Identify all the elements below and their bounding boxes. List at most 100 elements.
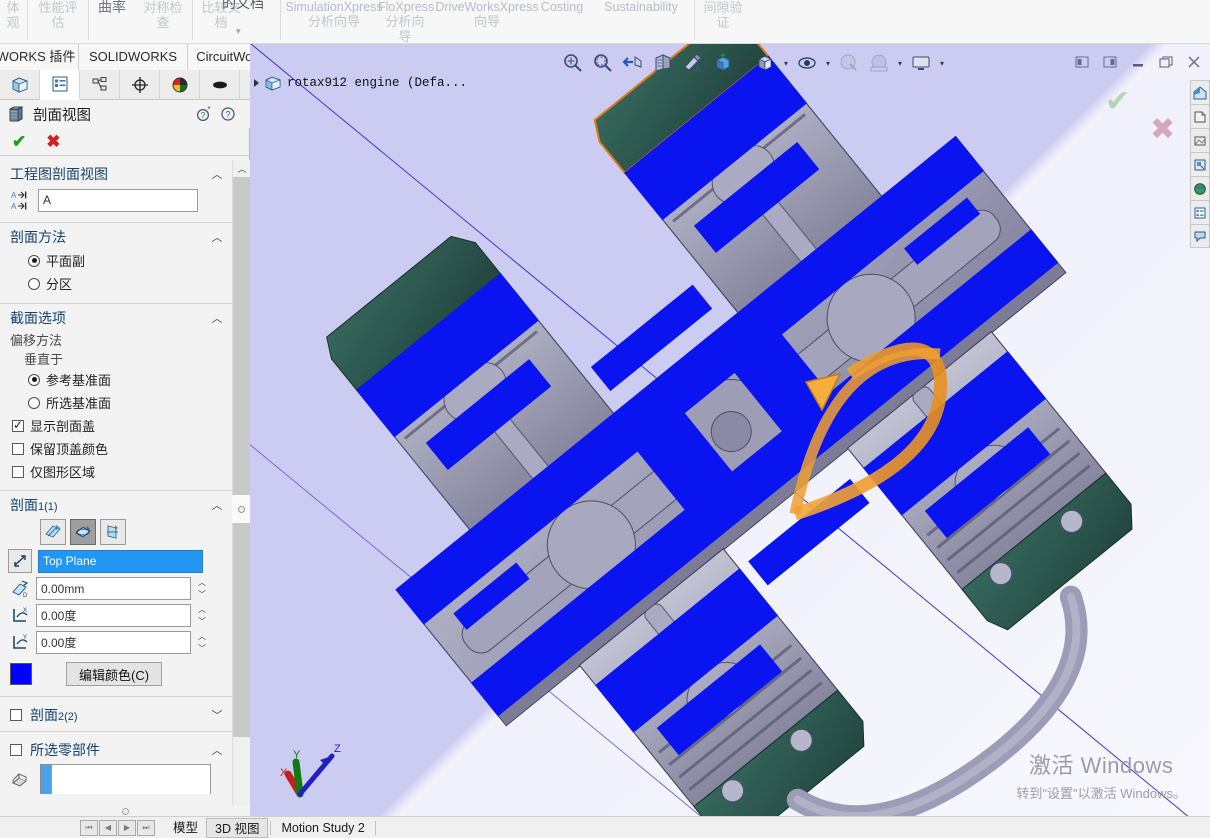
section-2-header[interactable]: 剖面2(2) ﹀ — [0, 701, 232, 727]
minimize-icon[interactable] — [1126, 50, 1150, 74]
chevron-down-icon[interactable]: ▾ — [236, 26, 241, 37]
selected-components-list[interactable] — [51, 764, 211, 794]
checkbox-keep-cap-color[interactable] — [12, 442, 24, 455]
chevron-down-icon[interactable]: ▾ — [824, 59, 832, 68]
restore-right-icon[interactable] — [1098, 50, 1122, 74]
radio-planar[interactable] — [28, 254, 40, 267]
confirm-button[interactable]: ✔ — [12, 132, 26, 152]
section-color-swatch[interactable] — [10, 663, 32, 685]
ribbon-item-clearance-verify[interactable]: 间隙验 证 — [696, 0, 750, 30]
scrollbar-thumb[interactable] — [233, 177, 251, 737]
section-label-input[interactable] — [38, 188, 198, 212]
panel-bottom-splitter[interactable] — [0, 806, 250, 816]
rotation-y-input[interactable] — [36, 631, 191, 654]
front-plane-button[interactable] — [40, 519, 66, 545]
section-1-header[interactable]: 剖面1(1) ︿ — [0, 491, 232, 517]
chevron-down-icon[interactable]: ▾ — [740, 59, 748, 68]
chevron-up-icon[interactable]: ︿ — [210, 166, 224, 182]
restore-left-icon[interactable] — [1070, 50, 1094, 74]
comment-icon[interactable] — [1190, 224, 1210, 248]
nav-next-button[interactable]: ▶ — [118, 819, 136, 836]
configuration-manager-tab[interactable] — [80, 70, 120, 100]
appearance-page-icon[interactable] — [1190, 104, 1210, 128]
chevron-up-icon[interactable]: ︿ — [210, 742, 224, 758]
chevron-down-icon[interactable]: ▾ — [782, 59, 790, 68]
help-star-icon[interactable]: ? * — [196, 106, 212, 122]
ribbon-item-costing[interactable]: Costing — [538, 0, 586, 14]
property-manager-tab[interactable] — [40, 70, 80, 100]
zoom-to-fit-icon[interactable] — [560, 50, 586, 76]
feature-manager-tab[interactable] — [0, 70, 40, 100]
hide-show-items-icon[interactable] — [794, 50, 820, 76]
ribbon-item-curvature[interactable]: 曲率 — [90, 0, 134, 15]
bottom-tab-3d-views[interactable]: 3D 视图 — [206, 817, 269, 838]
scene-page-icon[interactable] — [1190, 128, 1210, 152]
cancel-button[interactable]: ✖ — [46, 132, 60, 152]
display-states-globe-icon[interactable] — [1190, 176, 1210, 200]
apply-scene-icon[interactable] — [866, 50, 892, 76]
offset-distance-input[interactable] — [36, 577, 191, 600]
display-manager-tab[interactable] — [160, 70, 200, 100]
chevron-up-icon[interactable]: ︿ — [210, 310, 224, 326]
rotation-y-stepper[interactable]: ︿ ﹀ — [195, 631, 209, 654]
tab-solidworks-mbd[interactable]: SOLIDWORKS MBD — [78, 44, 188, 90]
tab-solidworks-addins[interactable]: WORKS 插件 — [0, 44, 80, 70]
checkbox-graphics-area-only[interactable] — [12, 465, 24, 478]
selected-components-header[interactable]: 所选零部件 ︿ — [0, 736, 232, 762]
chevron-down-icon[interactable]: ▾ — [896, 59, 904, 68]
nav-prev-button[interactable]: ◀ — [99, 819, 117, 836]
radio-reference-plane[interactable] — [28, 373, 40, 386]
chevron-down-icon[interactable]: ▾ — [938, 59, 946, 68]
ribbon-item-floxpress[interactable]: FloXpress 分析向 导 — [378, 0, 434, 43]
nav-first-button[interactable]: ⏮ — [80, 819, 98, 836]
maximize-icon[interactable] — [1154, 50, 1178, 74]
rotation-x-input[interactable] — [36, 604, 191, 627]
graphics-viewport[interactable]: rotax912 engine (Defa... A ▾ ▾ ▾ ▾ ▾ ✔ ✖… — [250, 44, 1210, 816]
nav-last-button[interactable]: ⏭ — [137, 819, 155, 836]
reference-plane-field[interactable]: Top Plane — [38, 549, 203, 573]
edit-appearance-icon[interactable] — [836, 50, 862, 76]
ribbon-item-driveworksxpress[interactable]: DriveWorksXpress 向导 — [432, 0, 542, 29]
addins-tab[interactable] — [200, 70, 240, 100]
close-icon[interactable] — [1182, 50, 1206, 74]
reference-selection-icon[interactable] — [8, 549, 32, 573]
custom-properties-icon[interactable] — [1190, 200, 1210, 224]
offset-distance-stepper[interactable]: ︿ ﹀ — [195, 577, 209, 600]
previous-view-icon[interactable] — [620, 50, 646, 76]
dimxpert-manager-tab[interactable] — [120, 70, 160, 100]
view-orientation-paint-icon[interactable]: A — [680, 50, 706, 76]
help-icon[interactable]: ? — [220, 106, 236, 122]
ribbon-item-simulationxpress[interactable]: SimulationXpress 分析向导 — [282, 0, 386, 29]
section-drawing-header[interactable]: 工程图剖面视图 ︿ — [0, 160, 232, 186]
engine-model-3d[interactable] — [250, 44, 1210, 816]
section-options-header[interactable]: 截面选项 ︿ — [0, 304, 232, 330]
checkbox-section-2[interactable] — [10, 709, 22, 721]
section-method-header[interactable]: 剖面方法 ︿ — [0, 223, 232, 249]
bottom-tab-motion-study[interactable]: Motion Study 2 — [273, 818, 372, 838]
chevron-up-icon[interactable]: ︿ — [210, 229, 224, 245]
viewport-confirm-button[interactable]: ✔ — [1105, 84, 1130, 119]
rotation-x-stepper[interactable]: ︿ ﹀ — [195, 604, 209, 627]
chevron-up-icon[interactable]: ︿ — [210, 497, 224, 513]
chevron-down-icon[interactable]: ﹀ — [210, 707, 224, 723]
bottom-tab-model[interactable]: 模型 — [165, 818, 206, 838]
ribbon-item-performance-eval[interactable]: 性能评 估 — [30, 0, 86, 30]
checkbox-show-section-cap[interactable] — [12, 418, 24, 432]
panel-splitter[interactable] — [232, 495, 250, 523]
top-plane-button[interactable] — [70, 519, 96, 545]
ribbon-item-0[interactable]: 体 观 — [0, 0, 26, 30]
edit-color-button[interactable]: 编辑颜色(C) — [66, 662, 163, 686]
viewport-cancel-button[interactable]: ✖ — [1150, 112, 1175, 147]
ribbon-item-symmetry-check[interactable]: 对称检 查 — [136, 0, 190, 30]
display-style-icon[interactable] — [752, 50, 778, 76]
floating-feature-tree[interactable]: rotax912 engine (Defa... — [254, 74, 467, 92]
checkbox-selected-components[interactable] — [10, 744, 22, 756]
radio-zonal[interactable] — [28, 277, 40, 290]
expand-triangle-icon[interactable] — [254, 79, 259, 87]
ribbon-item-sustainability[interactable]: Sustainability — [592, 0, 690, 14]
right-plane-button[interactable] — [100, 519, 126, 545]
decal-page-icon[interactable] — [1190, 152, 1210, 176]
zoom-to-area-icon[interactable] — [590, 50, 616, 76]
radio-selected-plane[interactable] — [28, 396, 40, 409]
view-orientation-icon[interactable] — [710, 50, 736, 76]
